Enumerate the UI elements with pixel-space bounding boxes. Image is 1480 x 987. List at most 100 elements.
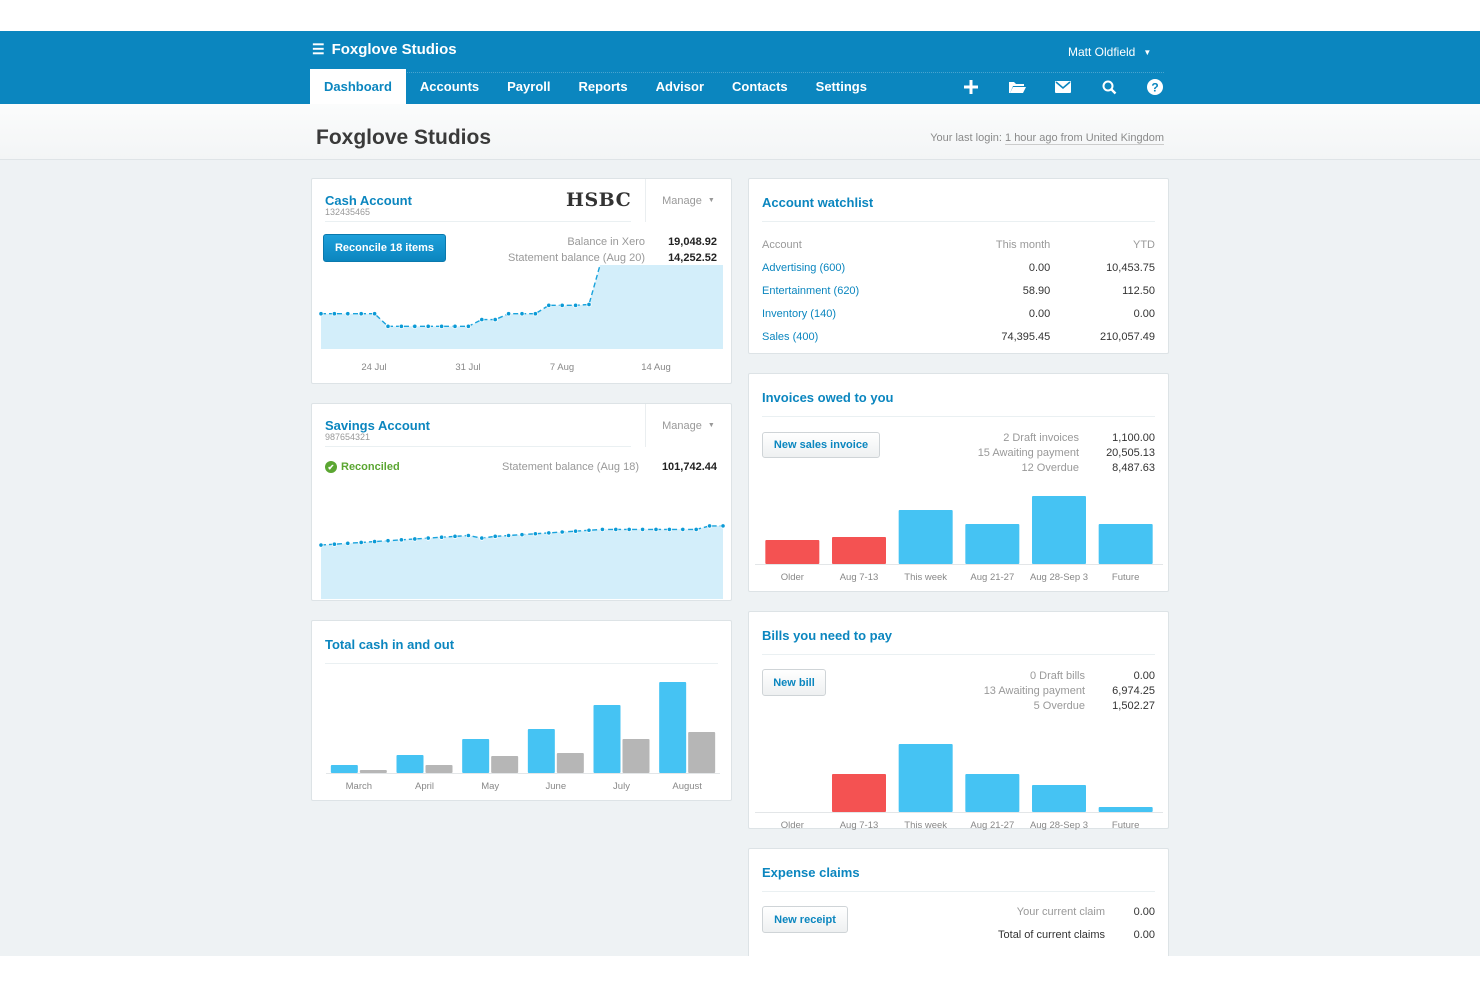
new-receipt-button[interactable]: New receipt xyxy=(762,906,848,933)
bills-title[interactable]: Bills you need to pay xyxy=(762,628,892,643)
data-point[interactable] xyxy=(572,528,579,534)
bar[interactable] xyxy=(1032,496,1086,564)
data-point[interactable] xyxy=(479,316,485,323)
bar[interactable] xyxy=(1098,524,1153,564)
data-point[interactable] xyxy=(532,531,538,537)
bar-cash-out[interactable] xyxy=(556,753,584,773)
data-point[interactable] xyxy=(452,323,458,329)
tab-accounts[interactable]: Accounts xyxy=(406,69,493,104)
data-point[interactable] xyxy=(706,523,713,529)
data-point[interactable] xyxy=(613,526,619,533)
bar-cash-in[interactable] xyxy=(396,755,424,773)
messages-button[interactable] xyxy=(1040,75,1086,99)
data-point[interactable] xyxy=(385,323,391,329)
new-sales-invoice-button[interactable]: New sales invoice xyxy=(762,432,880,458)
data-point[interactable] xyxy=(666,526,672,533)
bar[interactable] xyxy=(832,774,886,812)
data-point[interactable] xyxy=(398,537,405,543)
data-point[interactable] xyxy=(412,536,418,542)
account-link[interactable]: Sales (400) xyxy=(762,331,818,343)
data-point[interactable] xyxy=(506,311,512,317)
search-button[interactable] xyxy=(1086,75,1132,99)
account-link[interactable]: Inventory (140) xyxy=(762,308,836,320)
data-point[interactable] xyxy=(506,532,512,539)
bar[interactable] xyxy=(1098,807,1153,812)
data-point[interactable] xyxy=(546,302,552,308)
data-point[interactable] xyxy=(519,311,525,317)
new-bill-button[interactable]: New bill xyxy=(762,669,826,696)
manage-dropdown[interactable]: Manage ▼ xyxy=(645,404,731,447)
bar[interactable] xyxy=(832,537,886,564)
add-button[interactable] xyxy=(948,75,994,99)
data-point[interactable] xyxy=(398,323,405,329)
tab-settings[interactable]: Settings xyxy=(802,69,881,104)
bar[interactable] xyxy=(898,744,953,812)
tab-advisor[interactable]: Advisor xyxy=(642,69,718,104)
data-point[interactable] xyxy=(371,311,378,317)
data-point[interactable] xyxy=(358,311,364,317)
tab-reports[interactable]: Reports xyxy=(565,69,642,104)
data-point[interactable] xyxy=(465,323,471,329)
data-point[interactable] xyxy=(532,311,538,317)
bar[interactable] xyxy=(1032,785,1086,812)
bar-cash-in[interactable] xyxy=(527,729,555,773)
bar-cash-out[interactable] xyxy=(688,732,716,773)
bar-cash-in[interactable] xyxy=(330,765,358,773)
bar-cash-in[interactable] xyxy=(659,682,687,773)
data-point[interactable] xyxy=(720,523,726,529)
invoices-title[interactable]: Invoices owed to you xyxy=(762,390,893,405)
last-login-link[interactable]: 1 hour ago from United Kingdom xyxy=(1005,132,1164,145)
account-link[interactable]: Advertising (600) xyxy=(762,262,845,274)
files-button[interactable] xyxy=(994,75,1040,99)
data-point[interactable] xyxy=(439,323,445,329)
bar[interactable] xyxy=(965,774,1020,812)
bar-cash-in[interactable] xyxy=(593,705,621,773)
bar[interactable] xyxy=(765,540,820,564)
data-point[interactable] xyxy=(572,302,579,308)
data-point[interactable] xyxy=(318,542,324,548)
data-point[interactable] xyxy=(519,532,525,538)
data-point[interactable] xyxy=(559,302,565,308)
data-point[interactable] xyxy=(425,535,431,541)
data-point[interactable] xyxy=(492,316,498,323)
data-point[interactable] xyxy=(479,535,485,541)
data-point[interactable] xyxy=(385,538,391,544)
data-point[interactable] xyxy=(425,323,431,329)
data-point[interactable] xyxy=(345,540,351,546)
help-button[interactable]: ? xyxy=(1132,75,1178,99)
data-point[interactable] xyxy=(412,323,418,329)
bar-cash-out[interactable] xyxy=(359,770,387,773)
data-point[interactable] xyxy=(586,527,592,533)
manage-dropdown[interactable]: Manage ▼ xyxy=(645,179,731,222)
account-link[interactable]: Entertainment (620) xyxy=(762,285,859,297)
data-point[interactable] xyxy=(599,526,605,533)
data-point[interactable] xyxy=(653,526,659,533)
data-point[interactable] xyxy=(358,539,364,546)
bar-cash-out[interactable] xyxy=(622,739,650,773)
cash-in-out-title[interactable]: Total cash in and out xyxy=(325,637,454,652)
org-switcher[interactable]: ☰ Foxglove Studios xyxy=(312,41,457,58)
user-menu[interactable]: Matt Oldfield ▼ xyxy=(1068,45,1151,59)
bar[interactable] xyxy=(898,510,953,564)
data-point[interactable] xyxy=(331,541,337,547)
data-point[interactable] xyxy=(693,526,699,533)
data-point[interactable] xyxy=(680,526,686,533)
bar[interactable] xyxy=(965,524,1020,564)
tab-dashboard[interactable]: Dashboard xyxy=(310,69,406,104)
data-point[interactable] xyxy=(439,534,445,540)
data-point[interactable] xyxy=(639,526,646,533)
tab-payroll[interactable]: Payroll xyxy=(493,69,564,104)
reconcile-button[interactable]: Reconcile 18 items xyxy=(323,234,446,262)
data-point[interactable] xyxy=(492,533,498,539)
data-point[interactable] xyxy=(586,301,592,308)
cash-account-title[interactable]: Cash Account xyxy=(325,193,412,208)
data-point[interactable] xyxy=(626,526,632,533)
watchlist-title[interactable]: Account watchlist xyxy=(762,195,873,210)
expense-claims-title[interactable]: Expense claims xyxy=(762,865,860,880)
savings-account-title[interactable]: Savings Account xyxy=(325,418,430,433)
data-point[interactable] xyxy=(559,529,565,535)
data-point[interactable] xyxy=(452,533,458,539)
data-point[interactable] xyxy=(331,311,337,317)
data-point[interactable] xyxy=(371,538,378,545)
bar-cash-out[interactable] xyxy=(491,756,519,773)
